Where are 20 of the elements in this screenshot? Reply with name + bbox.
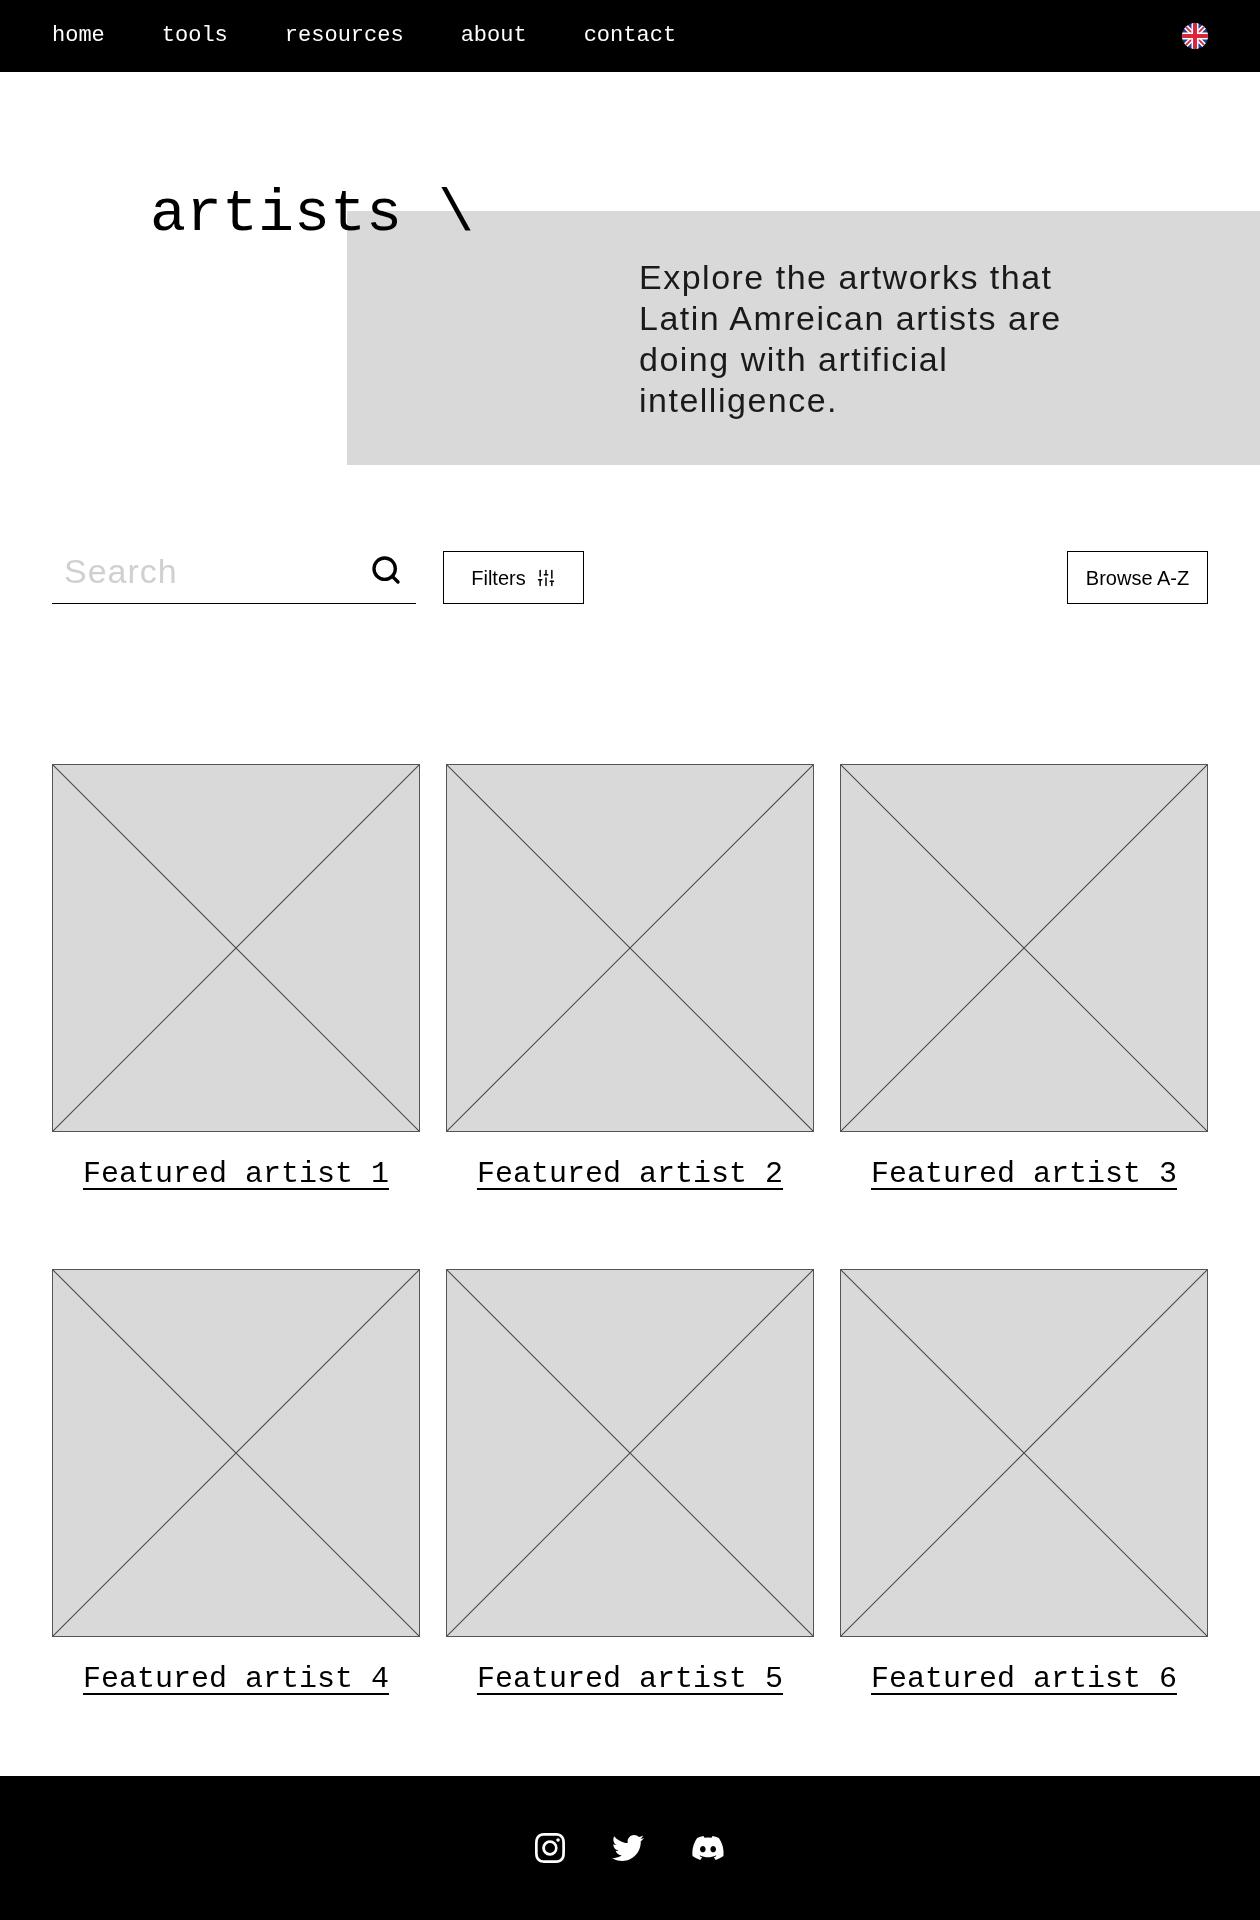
artist-name-link[interactable]: Featured artist 2 bbox=[476, 1156, 784, 1192]
filters-button[interactable]: Filters bbox=[443, 551, 584, 604]
instagram-icon[interactable] bbox=[535, 1833, 565, 1863]
page-title: artists \ bbox=[150, 184, 475, 244]
artist-name-link[interactable]: Featured artist 6 bbox=[870, 1661, 1178, 1697]
nav-link[interactable]: resources bbox=[284, 25, 404, 47]
uk-flag-icon[interactable] bbox=[1182, 23, 1208, 49]
twitter-icon[interactable] bbox=[612, 1832, 644, 1864]
intro-paragraph: Explore the artworks that Latin Amreican artists are doing with artificial intelligence. bbox=[639, 257, 1063, 421]
artist-name-link[interactable]: Featured artist 3 bbox=[870, 1156, 1178, 1192]
nav-link[interactable]: tools bbox=[161, 25, 228, 47]
artist-name-link[interactable]: Featured artist 4 bbox=[82, 1661, 390, 1697]
artist-name-link[interactable]: Featured artist 1 bbox=[82, 1156, 390, 1192]
artist-name-link[interactable]: Featured artist 5 bbox=[476, 1661, 784, 1697]
search-icon[interactable] bbox=[370, 554, 402, 586]
nav-link[interactable]: contact bbox=[583, 25, 677, 47]
nav-link[interactable]: home bbox=[52, 25, 105, 47]
nav-link[interactable]: about bbox=[460, 25, 527, 47]
sliders-icon bbox=[535, 567, 556, 588]
browse-az-button[interactable]: Browse A-Z bbox=[1067, 551, 1208, 604]
